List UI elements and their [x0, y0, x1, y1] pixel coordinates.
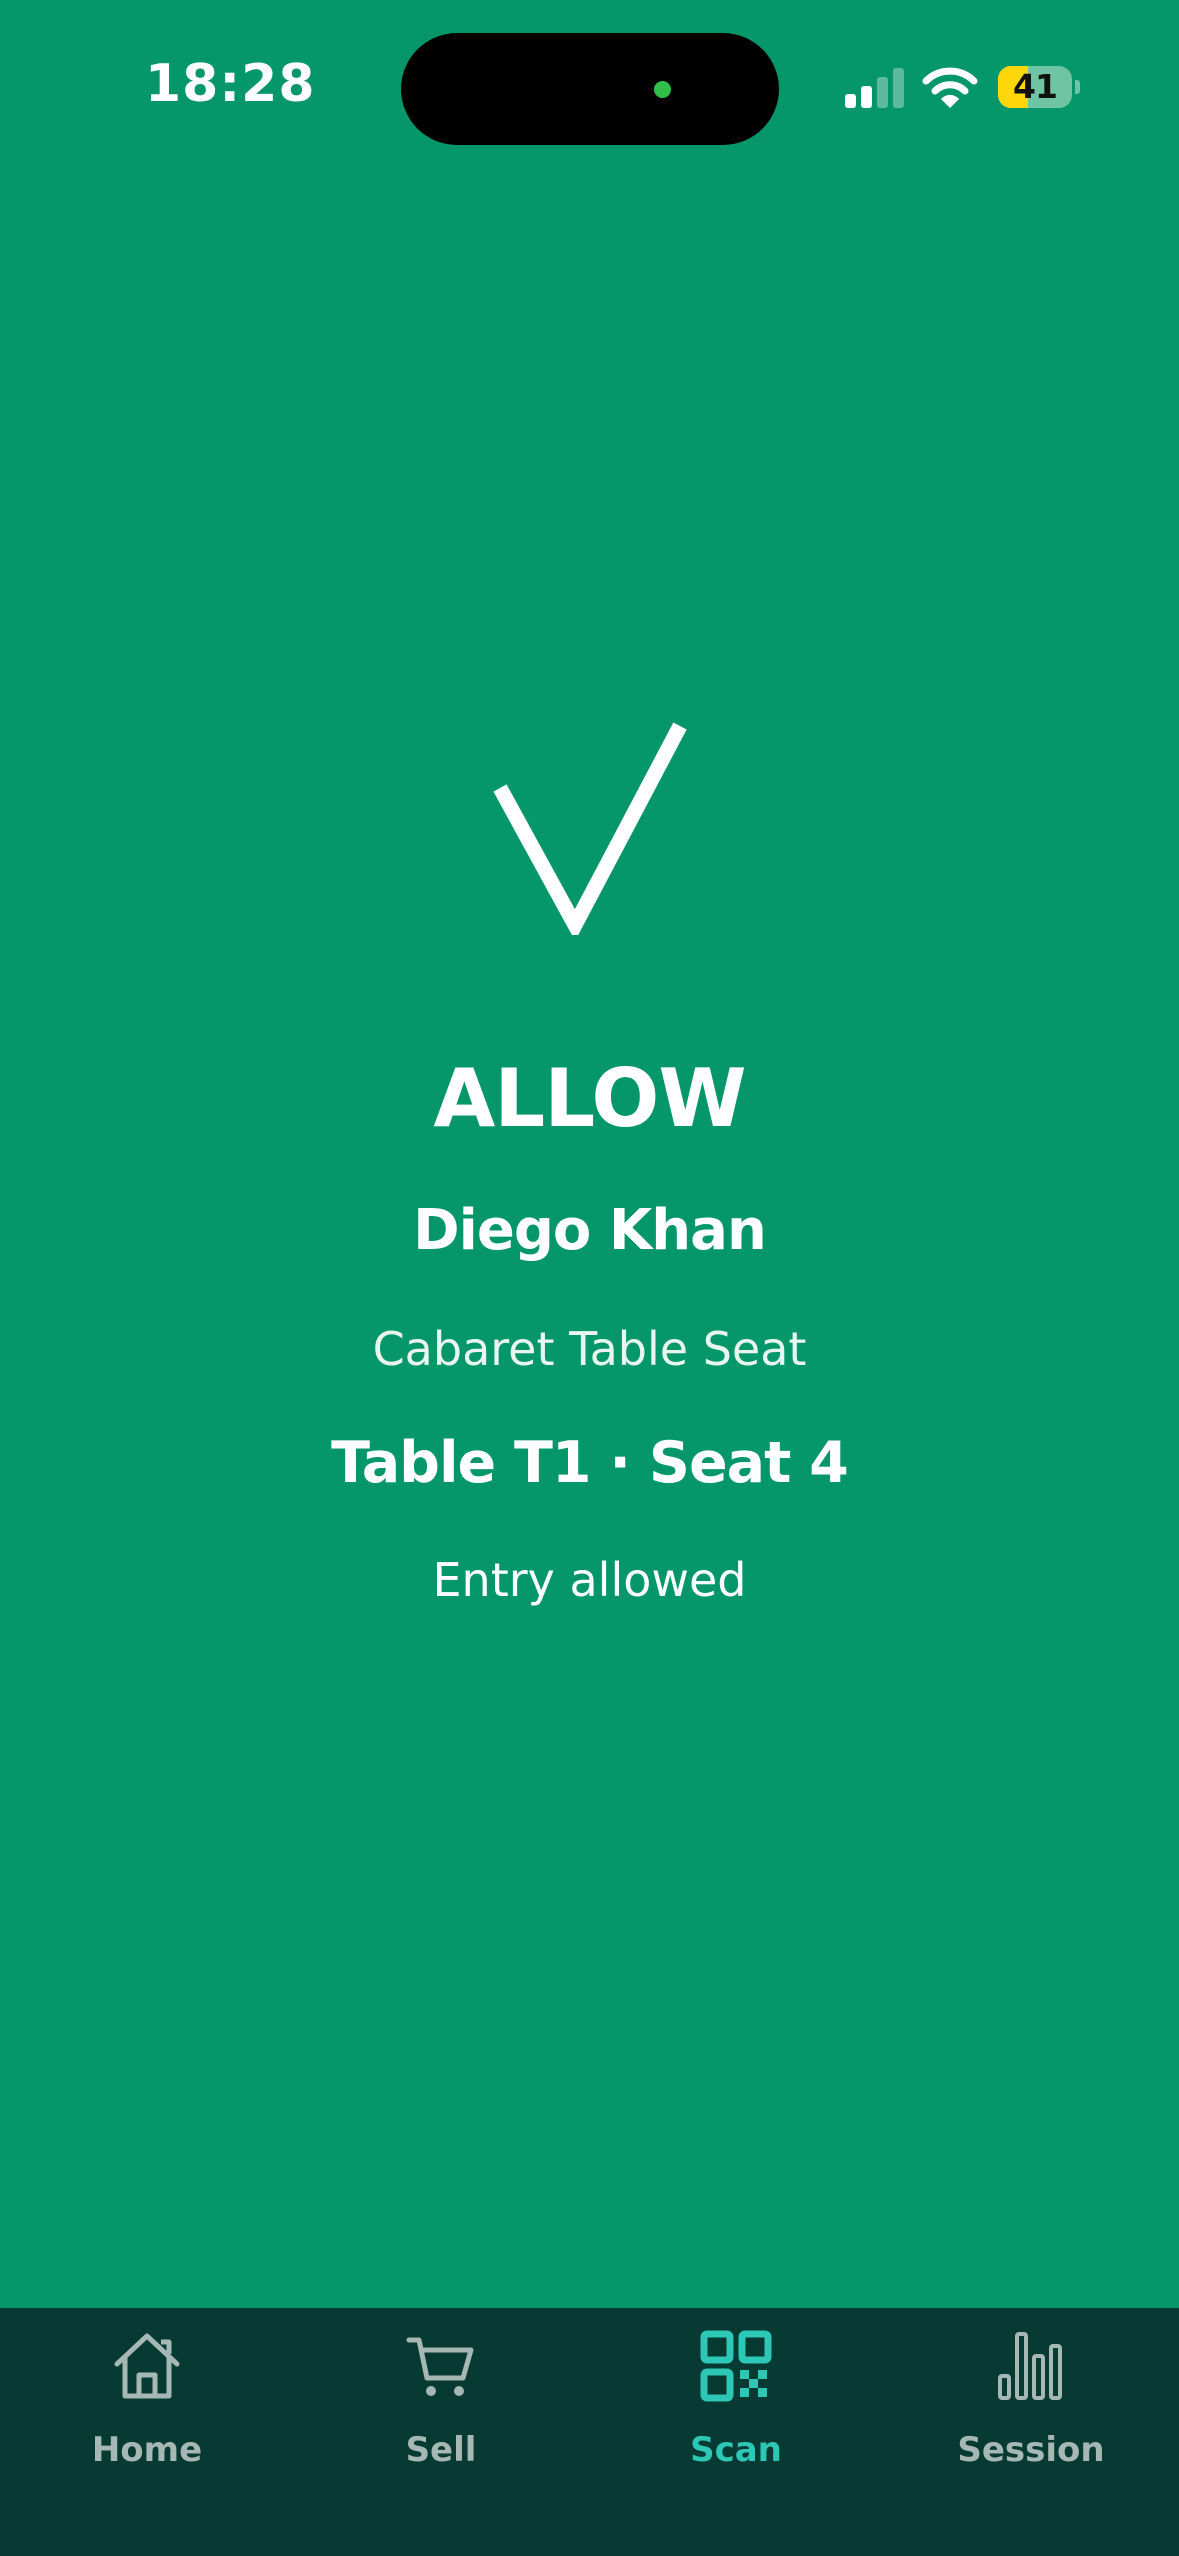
entry-status-message: Entry allowed	[432, 1553, 747, 1607]
qr-code-icon	[700, 2330, 772, 2402]
signal-bar	[845, 94, 856, 108]
camera-indicator-icon	[654, 81, 671, 98]
tab-home-label: Home	[91, 2430, 203, 2470]
bottom-tab-bar: Home Sell Scan Session	[0, 2308, 1179, 2556]
signal-bar	[893, 68, 904, 108]
signal-bar	[861, 86, 872, 108]
battery-level: 41	[1013, 67, 1058, 106]
ticket-type: Cabaret Table Seat	[372, 1322, 807, 1376]
cart-icon	[406, 2337, 474, 2396]
tab-scan[interactable]: Scan	[589, 2308, 883, 2556]
tab-session-label: Session	[957, 2430, 1105, 2470]
tab-sell-label: Sell	[405, 2430, 477, 2470]
seat-info: Table T1 · Seat 4	[331, 1430, 849, 1496]
signal-bar	[877, 77, 888, 108]
wifi-icon	[922, 67, 978, 108]
bar-chart-icon	[998, 2332, 1062, 2400]
result-title: ALLOW	[433, 1052, 746, 1145]
attendee-name: Diego Khan	[413, 1198, 767, 1263]
dynamic-island	[401, 33, 779, 145]
status-time: 18:28	[145, 54, 316, 114]
check-icon	[493, 722, 687, 935]
home-icon	[114, 2333, 180, 2399]
battery-indicator: 41	[998, 66, 1080, 108]
scan-result-screen: 18:28 41 ALLOW Diego Khan Cabaret Table …	[0, 0, 1179, 2556]
tab-session[interactable]: Session	[884, 2308, 1178, 2556]
tab-sell[interactable]: Sell	[294, 2308, 588, 2556]
cellular-signal-icon	[845, 68, 904, 108]
battery-cap	[1075, 80, 1080, 94]
tab-scan-label: Scan	[690, 2430, 782, 2470]
tab-home[interactable]: Home	[0, 2308, 294, 2556]
